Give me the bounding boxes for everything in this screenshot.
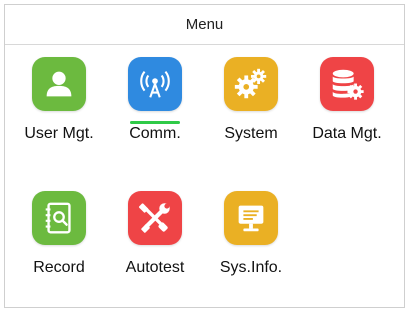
menu-item-label: Sys.Info. <box>219 259 283 276</box>
menu-item-label: Comm. <box>129 125 181 142</box>
menu-title-bar: Menu <box>5 5 404 45</box>
menu-item-label: System <box>224 125 278 142</box>
user-icon <box>32 57 86 111</box>
menu-item-label: Record <box>33 259 85 276</box>
menu-item-user-mgt[interactable]: User Mgt. <box>11 57 107 167</box>
database-icon <box>320 57 374 111</box>
menu-item-system[interactable]: System <box>203 57 299 167</box>
wrench-screwdriver-icon <box>128 191 182 245</box>
selection-indicator <box>130 121 180 124</box>
gears-icon <box>224 57 278 111</box>
menu-item-record[interactable]: Record <box>11 191 107 301</box>
menu-item-autotest[interactable]: Autotest <box>107 191 203 301</box>
menu-item-sys-info[interactable]: Sys.Info. <box>203 191 299 301</box>
menu-item-label: Data Mgt. <box>312 125 382 142</box>
menu-item-label: Autotest <box>125 259 185 276</box>
menu-item-data-mgt[interactable]: Data Mgt. <box>299 57 395 167</box>
antenna-icon <box>128 57 182 111</box>
menu-item-label: User Mgt. <box>24 125 94 142</box>
record-book-icon <box>32 191 86 245</box>
page-title: Menu <box>185 16 224 33</box>
monitor-icon <box>224 191 278 245</box>
menu-screen: Menu User Mgt. Comm. System Data Mgt. Re… <box>4 4 405 308</box>
menu-item-comm[interactable]: Comm. <box>107 57 203 167</box>
